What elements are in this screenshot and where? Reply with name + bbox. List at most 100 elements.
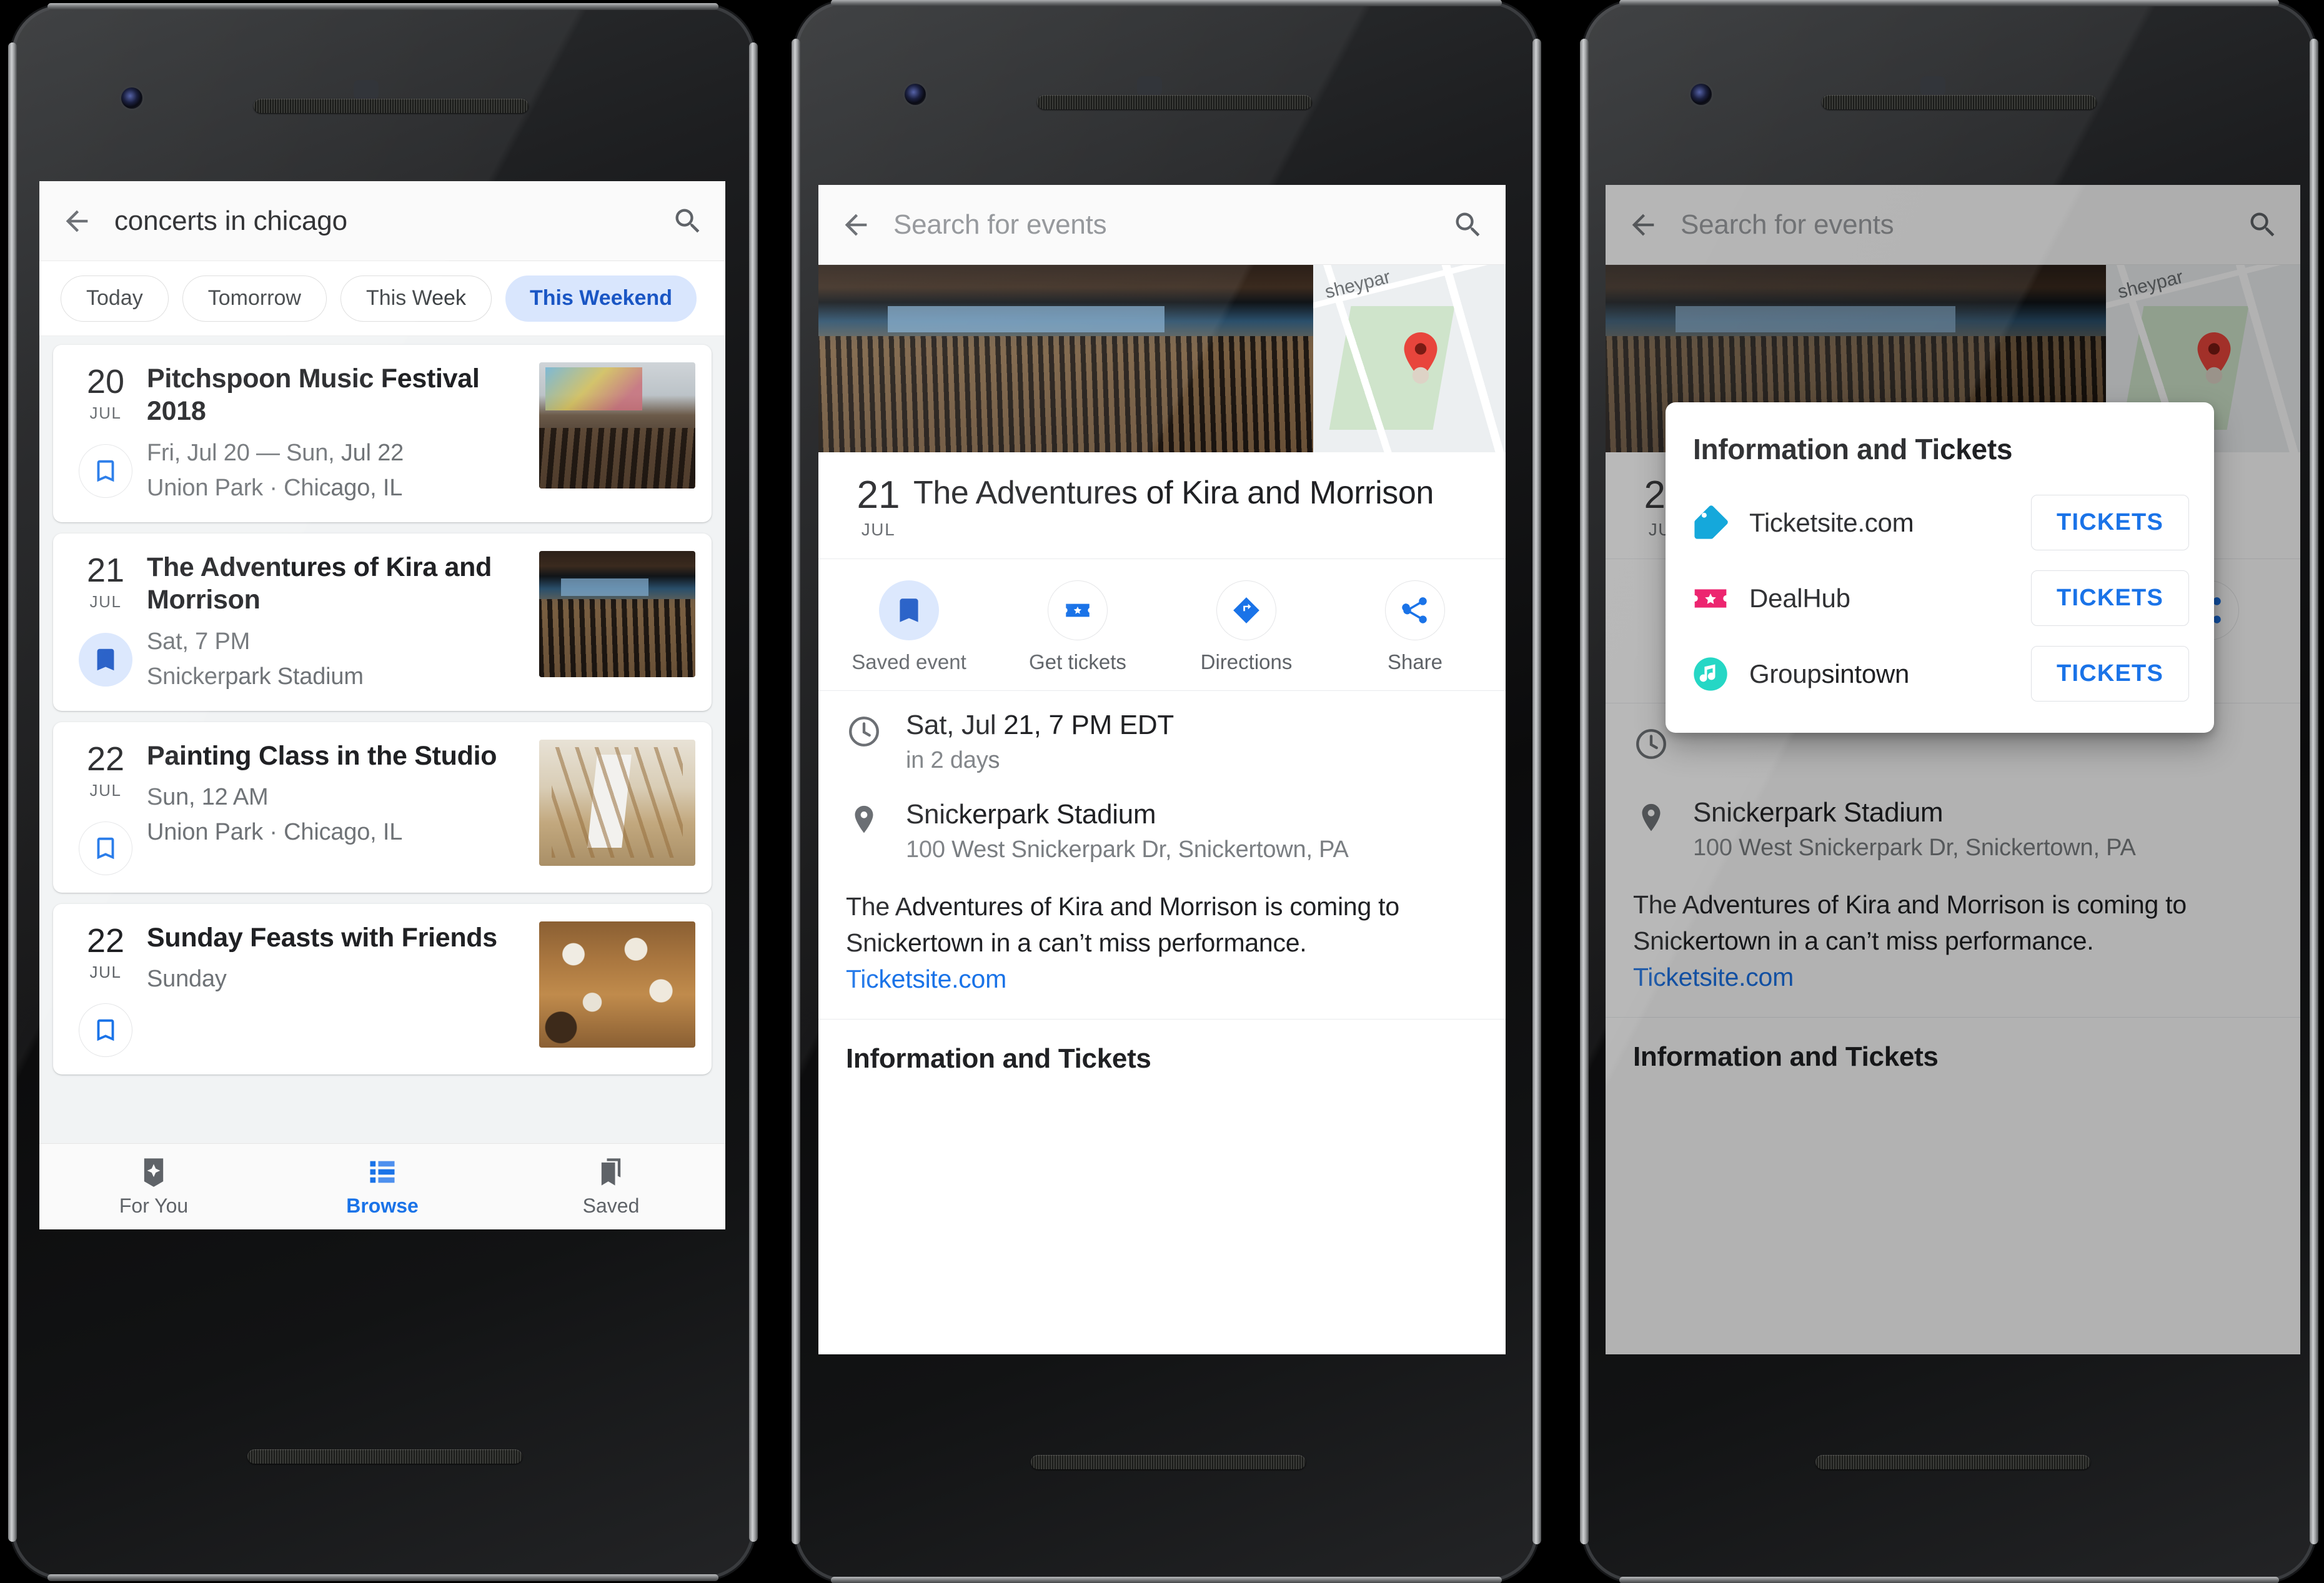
- action-share[interactable]: Share: [1331, 580, 1499, 674]
- chip-tomorrow[interactable]: Tomorrow: [182, 275, 327, 322]
- search-bar[interactable]: Search for events: [818, 185, 1506, 265]
- event-month: JUL: [89, 780, 122, 800]
- event-month: JUL: [89, 592, 122, 611]
- venue-name: Snickerpark Stadium: [906, 799, 1156, 830]
- event-title: The Adventures of Kira and Morrison: [147, 552, 492, 615]
- music-note-icon: [1691, 654, 1731, 694]
- event-title: Pitchspoon Music Festival 2018: [147, 364, 480, 427]
- ticket-provider-row: Groupsintown TICKETS: [1666, 636, 2214, 712]
- price-tag-icon: [1691, 503, 1731, 543]
- event-list: 20 JUL Pitchspoon Music Festival 2018 Fr…: [39, 336, 725, 1229]
- chip-today[interactable]: Today: [61, 275, 169, 322]
- action-label: Get tickets: [1029, 650, 1126, 673]
- event-thumbnail: [539, 921, 695, 1048]
- nav-item-saved[interactable]: Saved: [497, 1156, 725, 1218]
- event-where: Union Park · Chicago, IL: [147, 475, 403, 502]
- event-detail-header: 21 JUL The Adventures of Kira and Morris…: [818, 452, 1506, 558]
- venue-address: 100 West Snickerpark Dr, Snickertown, PA: [906, 836, 1349, 863]
- hero-photo: [818, 265, 1313, 452]
- location-pin-icon: [846, 799, 885, 839]
- earpiece-speaker: [1822, 95, 2097, 109]
- tickets-button[interactable]: TICKETS: [2031, 646, 2189, 702]
- sensor-icon: [354, 80, 379, 100]
- provider-name: DealHub: [1749, 583, 1850, 613]
- event-thumbnail: [539, 550, 695, 677]
- event-title: Painting Class in the Studio: [147, 740, 497, 771]
- nav-item-for-you[interactable]: For You: [39, 1156, 268, 1218]
- ticket-star-icon: [1691, 578, 1731, 618]
- phone-1-bottom-rail: [47, 1574, 718, 1581]
- action-label: Saved event: [852, 650, 966, 673]
- phone-1-left-rail: [8, 42, 17, 1542]
- chip-this-week[interactable]: This Week: [340, 275, 492, 322]
- event-card[interactable]: 22 JUL Painting Class in the Studio Sun,…: [53, 722, 712, 893]
- action-directions[interactable]: Directions: [1162, 580, 1331, 674]
- tickets-button[interactable]: TICKETS: [2031, 495, 2189, 550]
- save-event-button[interactable]: [79, 632, 132, 687]
- ticket-star-icon: [1048, 580, 1108, 640]
- share-icon: [1385, 580, 1445, 640]
- dialog-title: Information and Tickets: [1693, 433, 2013, 465]
- phone-3-bottom-rail: [1619, 1577, 2279, 1583]
- action-get-tickets[interactable]: Get tickets: [993, 580, 1162, 674]
- save-event-button[interactable]: [79, 444, 132, 498]
- provider-name: Groupsintown: [1749, 658, 1910, 688]
- clock-icon: [846, 710, 885, 750]
- save-event-button[interactable]: [79, 821, 132, 875]
- phone-3-left-rail: [1580, 39, 1589, 1544]
- screenshot-stage: concerts in chicago Today Tomorrow This …: [0, 0, 2324, 1583]
- event-relative-time: in 2 days: [906, 747, 1000, 773]
- back-arrow-icon[interactable]: [61, 205, 93, 237]
- event-month: JUL: [861, 520, 896, 539]
- hero-map[interactable]: sheypar: [1313, 265, 1506, 452]
- description-text: The Adventures of Kira and Morrison is c…: [846, 892, 1399, 958]
- search-icon[interactable]: [672, 205, 704, 237]
- event-when: Sat, 7 PM: [147, 628, 251, 655]
- event-location-row[interactable]: Snickerpark Stadium 100 West Snickerpark…: [818, 793, 1506, 882]
- event-date: 21 JUL: [64, 551, 147, 693]
- event-datetime: Sat, Jul 21, 7 PM EDT: [906, 710, 1174, 740]
- phone-3-top-rail: [1619, 0, 2279, 6]
- phone-3: Search for events sheypar 21: [1580, 0, 2318, 1583]
- search-bar[interactable]: concerts in chicago: [39, 181, 725, 261]
- event-where: Union Park · Chicago, IL: [147, 819, 403, 846]
- event-day: 21: [86, 551, 125, 589]
- event-day: 20: [86, 363, 125, 400]
- event-time-row: Sat, Jul 21, 7 PM EDT in 2 days: [818, 691, 1506, 793]
- phone-2-right-rail: [1532, 39, 1541, 1544]
- search-icon[interactable]: [1452, 209, 1484, 241]
- event-date: 22 JUL: [64, 740, 147, 875]
- modal-scrim[interactable]: [1606, 185, 2300, 1354]
- event-day: 22: [86, 921, 125, 960]
- phone-2-bottom-rail: [831, 1577, 1502, 1583]
- phone-2: Search for events sheypar 21 JUL The Adv…: [792, 0, 1541, 1583]
- front-camera-icon: [1691, 84, 1712, 105]
- search-input[interactable]: Search for events: [893, 209, 1452, 241]
- provider-name: Ticketsite.com: [1749, 507, 1914, 537]
- phone-2-top-rail: [831, 0, 1502, 6]
- search-input[interactable]: concerts in chicago: [114, 206, 672, 237]
- nav-item-browse[interactable]: Browse: [268, 1156, 497, 1218]
- tickets-button[interactable]: TICKETS: [2031, 570, 2189, 626]
- ticket-provider-row: DealHub TICKETS: [1666, 560, 2214, 636]
- event-info: The Adventures of Kira and Morrison Sat,…: [147, 551, 539, 693]
- front-camera-icon: [121, 87, 142, 109]
- save-event-button[interactable]: [79, 1003, 132, 1057]
- event-when: Fri, Jul 20 — Sun, Jul 22: [147, 439, 404, 466]
- event-hero: sheypar: [818, 265, 1506, 452]
- action-saved-event[interactable]: Saved event: [825, 580, 993, 674]
- event-card[interactable]: 21 JUL The Adventures of Kira and Morris…: [53, 533, 712, 711]
- phone-2-left-rail: [792, 39, 800, 1544]
- phone-2-screen: Search for events sheypar 21 JUL The Adv…: [818, 185, 1506, 1354]
- description-link[interactable]: Ticketsite.com: [846, 965, 1006, 993]
- back-arrow-icon[interactable]: [840, 209, 872, 241]
- event-day: 21: [857, 474, 900, 517]
- sensor-icon: [1137, 76, 1162, 96]
- event-card[interactable]: 22 JUL Sunday Feasts with Friends Sunday: [53, 903, 712, 1074]
- event-card[interactable]: 20 JUL Pitchspoon Music Festival 2018 Fr…: [53, 345, 712, 522]
- phone-3-screen: Search for events sheypar 21: [1606, 185, 2300, 1354]
- nav-label: Browse: [346, 1194, 419, 1217]
- event-thumbnail: [539, 739, 695, 866]
- information-and-tickets-dialog: Information and Tickets Ticketsite.com T…: [1666, 402, 2214, 733]
- chip-this-weekend[interactable]: This Weekend: [505, 275, 697, 322]
